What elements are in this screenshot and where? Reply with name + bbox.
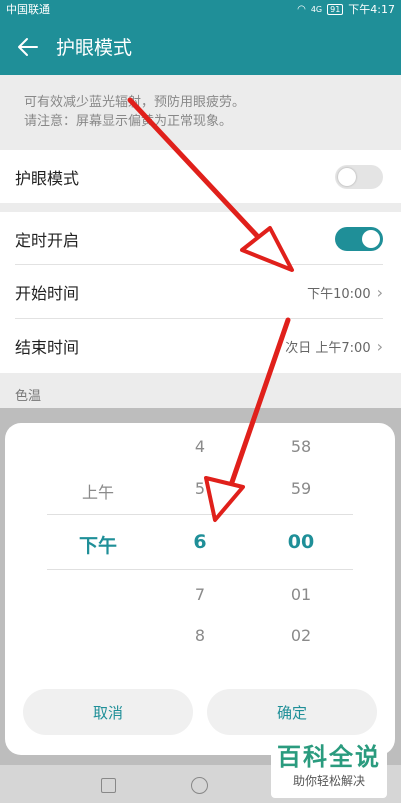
watermark-subtitle: 助你轻松解决 xyxy=(292,774,365,788)
page-title: 护眼模式 xyxy=(56,37,133,59)
selection-line-bottom xyxy=(47,569,353,570)
watermark-logo: 百科全说 助你轻松解决 xyxy=(271,742,387,798)
start-time-label: 开始时间 xyxy=(15,284,80,303)
toggle-knob xyxy=(362,229,380,248)
time-picker-dialog: 上午 下午 4 5 6 7 8 58 59 00 01 02 取消 确定 xyxy=(5,423,395,755)
signal-type: 4G xyxy=(310,4,323,14)
clock: 下午4:17 xyxy=(348,3,395,16)
end-time-value-group: 次日 上午7:00 › xyxy=(285,337,383,356)
ampm-option[interactable]: 上午 xyxy=(58,479,138,503)
schedule-row[interactable]: 定时开启 xyxy=(0,212,401,265)
battery-icon: 91 xyxy=(327,3,344,15)
schedule-toggle[interactable] xyxy=(335,226,383,251)
end-time-value: 次日 上午7:00 xyxy=(285,340,371,356)
chevron-right-icon: › xyxy=(376,282,383,302)
description: 可有效减少蓝光辐射，预防用眼疲劳。 请注意：屏幕显示偏黄为正常现象。 xyxy=(0,75,401,145)
description-line-2: 请注意：屏幕显示偏黄为正常现象。 xyxy=(24,114,233,129)
app-bar: 护眼模式 xyxy=(0,18,401,75)
wifi-icon: ◠ xyxy=(297,3,306,15)
eye-mode-label: 护眼模式 xyxy=(15,168,80,188)
cancel-button[interactable]: 取消 xyxy=(23,689,193,735)
selection-line-top xyxy=(47,514,353,515)
toggle-knob xyxy=(338,167,356,186)
minute-option[interactable]: 59 xyxy=(261,479,341,498)
recents-icon[interactable] xyxy=(101,778,116,793)
description-line-1: 可有效减少蓝光辐射，预防用眼疲劳。 xyxy=(24,95,246,110)
hour-option[interactable]: 7 xyxy=(160,585,240,604)
hour-option[interactable]: 8 xyxy=(160,626,240,645)
hour-option[interactable]: 5 xyxy=(160,479,240,498)
chevron-right-icon: › xyxy=(376,336,383,356)
end-time-label: 结束时间 xyxy=(15,338,80,357)
start-time-value: 下午10:00 xyxy=(307,286,371,302)
watermark-title: 百科全说 xyxy=(277,743,381,771)
color-temp-label: 色温 xyxy=(15,389,42,404)
carrier-name: 中国联通 xyxy=(6,3,50,16)
eye-mode-toggle[interactable] xyxy=(335,164,383,189)
hour-option[interactable]: 4 xyxy=(160,437,240,456)
status-bar: 中国联通 ◠ 4G 91 下午4:17 xyxy=(0,0,401,18)
start-time-row[interactable]: 开始时间 下午10:00 › xyxy=(0,265,401,319)
start-time-value-group: 下午10:00 › xyxy=(307,283,383,302)
home-icon[interactable] xyxy=(191,777,208,794)
minute-selected[interactable]: 00 xyxy=(261,531,341,553)
end-time-row[interactable]: 结束时间 次日 上午7:00 › xyxy=(0,319,401,373)
ok-button[interactable]: 确定 xyxy=(207,689,377,735)
minute-option[interactable]: 02 xyxy=(261,626,341,645)
hour-selected[interactable]: 6 xyxy=(160,531,240,553)
schedule-label: 定时开启 xyxy=(15,230,80,250)
minute-option[interactable]: 58 xyxy=(261,437,341,456)
eye-mode-row[interactable]: 护眼模式 xyxy=(0,150,401,203)
arrow-left-icon xyxy=(18,37,38,56)
status-icons: ◠ 4G 91 下午4:17 xyxy=(297,1,395,17)
minute-option[interactable]: 01 xyxy=(261,585,341,604)
back-button[interactable] xyxy=(0,18,56,75)
ampm-selected[interactable]: 下午 xyxy=(58,531,138,558)
